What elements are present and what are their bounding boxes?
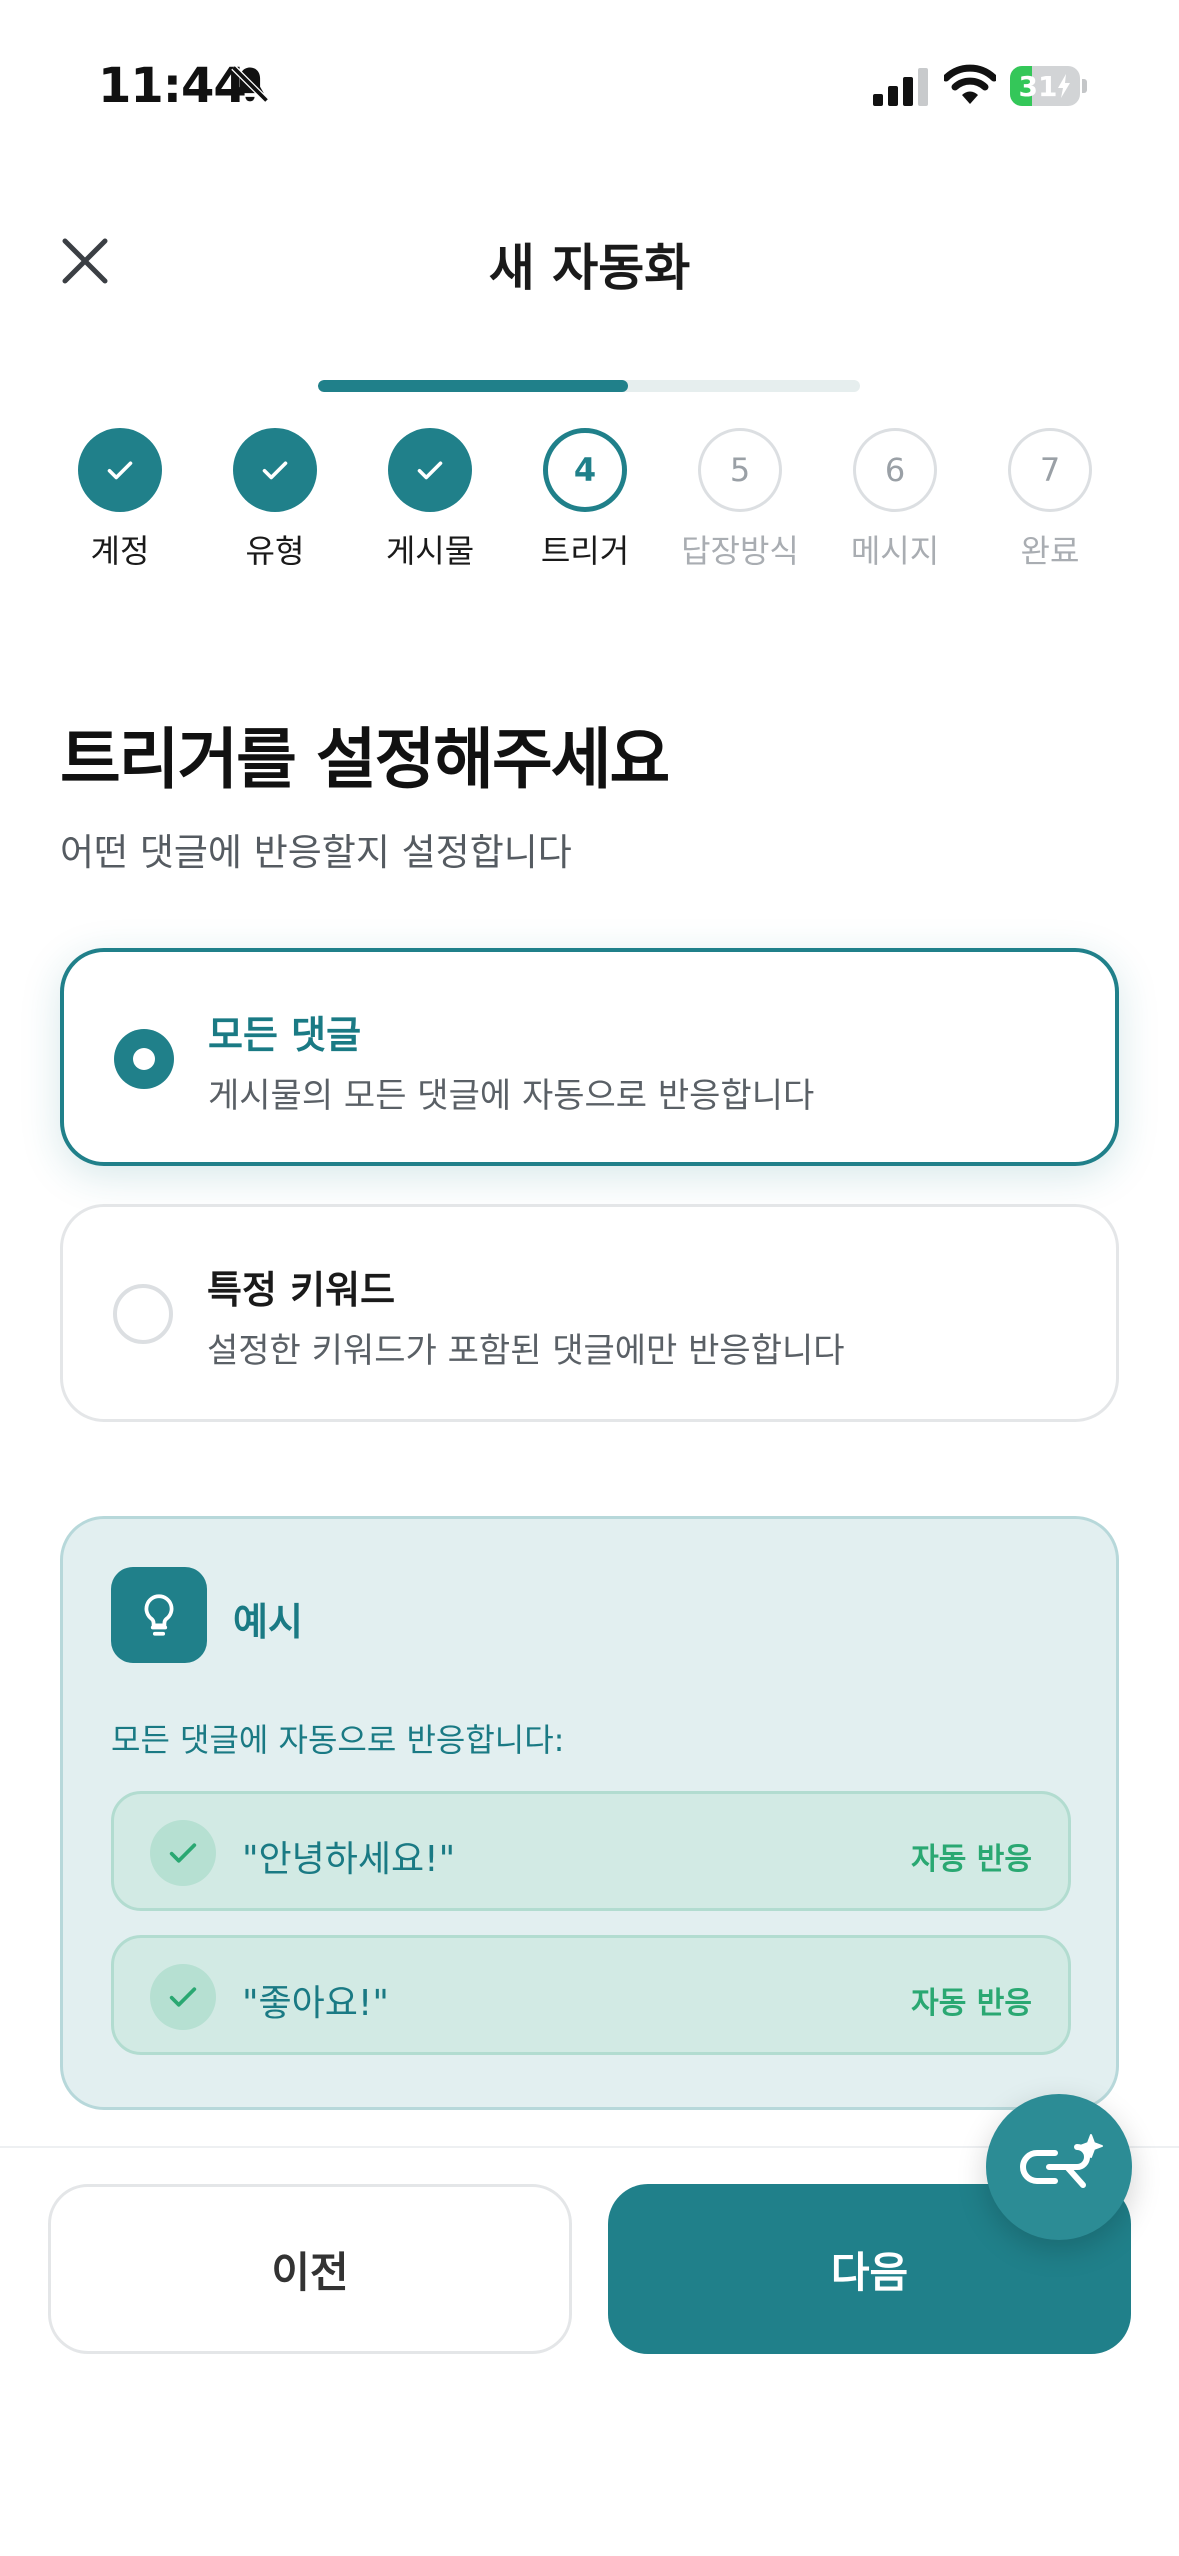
option-description: 게시물의 모든 댓글에 자동으로 반응합니다: [208, 1076, 815, 1116]
bell-slash-icon: [231, 65, 269, 103]
example-title: 예시: [233, 1600, 303, 1644]
step-label: 완료: [1020, 532, 1080, 570]
step-6: 6 메시지: [820, 428, 970, 578]
previous-button[interactable]: 이전: [48, 2184, 572, 2354]
example-panel: 예시 모든 댓글에 자동으로 반응합니다: "안녕하세요!" 자동 반응 "좋아…: [60, 1516, 1119, 2110]
step-circle: 5: [698, 428, 782, 512]
page-title: 새 자동화: [488, 239, 691, 297]
section-heading: 트리거를 설정해주세요: [60, 721, 670, 798]
auto-reply-badge: 자동 반응: [911, 1986, 1032, 2021]
step-7: 7 완료: [975, 428, 1125, 578]
step-label: 트리거: [540, 532, 630, 570]
step-label: 계정: [90, 532, 150, 570]
option-description: 설정한 키워드가 포함된 댓글에만 반응합니다: [207, 1331, 845, 1371]
lightbulb-icon: [111, 1567, 207, 1663]
status-bar: 11:44 31: [0, 0, 1179, 150]
option-title: 모든 댓글: [208, 1013, 362, 1057]
example-comment-text: "안녕하세요!": [242, 1839, 456, 1880]
step-3: 게시물: [355, 428, 505, 578]
charging-bolt-icon: [1058, 74, 1071, 98]
example-comment-item: "좋아요!" 자동 반응: [111, 1935, 1071, 2055]
step-circle: 6: [853, 428, 937, 512]
example-description: 모든 댓글에 자동으로 반응합니다:: [111, 1721, 565, 1759]
step-2: 유형: [200, 428, 350, 578]
step-label: 게시물: [385, 532, 475, 570]
section-subtitle: 어떤 댓글에 반응할지 설정합니다: [60, 831, 572, 874]
step-circle: [78, 428, 162, 512]
step-label: 메시지: [850, 532, 940, 570]
step-1: 계정: [45, 428, 195, 578]
battery-percent: 31: [1018, 69, 1058, 103]
option-specific-keyword[interactable]: 특정 키워드 설정한 키워드가 포함된 댓글에만 반응합니다: [60, 1204, 1119, 1422]
step-indicator: 계정 유형 게시물 4 트리거 5 답장방식 6 메시지 7 완료: [45, 428, 1145, 578]
cellular-signal-icon: [873, 68, 928, 106]
automation-setup-screen: 11:44 31 새 자동화 계정 유형 게시물 4 트리거 5 답장방식 6 …: [0, 0, 1179, 2556]
step-label: 답장방식: [681, 532, 799, 570]
check-icon: [107, 461, 133, 480]
example-comment-item: "안녕하세요!" 자동 반응: [111, 1791, 1071, 1911]
progress-bar: [318, 380, 860, 392]
example-comment-text: "좋아요!": [242, 1983, 389, 2024]
step-circle: [388, 428, 472, 512]
progress-fill: [318, 380, 628, 392]
check-icon: [262, 461, 288, 480]
option-all-comments[interactable]: 모든 댓글 게시물의 모든 댓글에 자동으로 반응합니다: [60, 948, 1119, 1166]
step-label: 유형: [245, 532, 305, 570]
ai-sparkle-icon: [1020, 2134, 1103, 2188]
step-circle: 4: [543, 428, 627, 512]
radio-unselected[interactable]: [113, 1284, 173, 1344]
auto-reply-badge: 자동 반응: [911, 1842, 1032, 1877]
step-circle: [233, 428, 317, 512]
ai-assistant-button[interactable]: [986, 2094, 1132, 2240]
step-4: 4 트리거: [510, 428, 660, 578]
check-icon: [150, 1820, 216, 1886]
wifi-icon: [944, 64, 996, 104]
radio-selected[interactable]: [114, 1029, 174, 1089]
battery-charging-icon: 31: [1010, 66, 1087, 106]
check-icon: [417, 461, 443, 480]
status-time: 11:44: [98, 58, 247, 114]
step-5: 5 답장방식: [665, 428, 815, 578]
option-title: 특정 키워드: [207, 1268, 396, 1312]
check-icon: [150, 1964, 216, 2030]
step-circle: 7: [1008, 428, 1092, 512]
